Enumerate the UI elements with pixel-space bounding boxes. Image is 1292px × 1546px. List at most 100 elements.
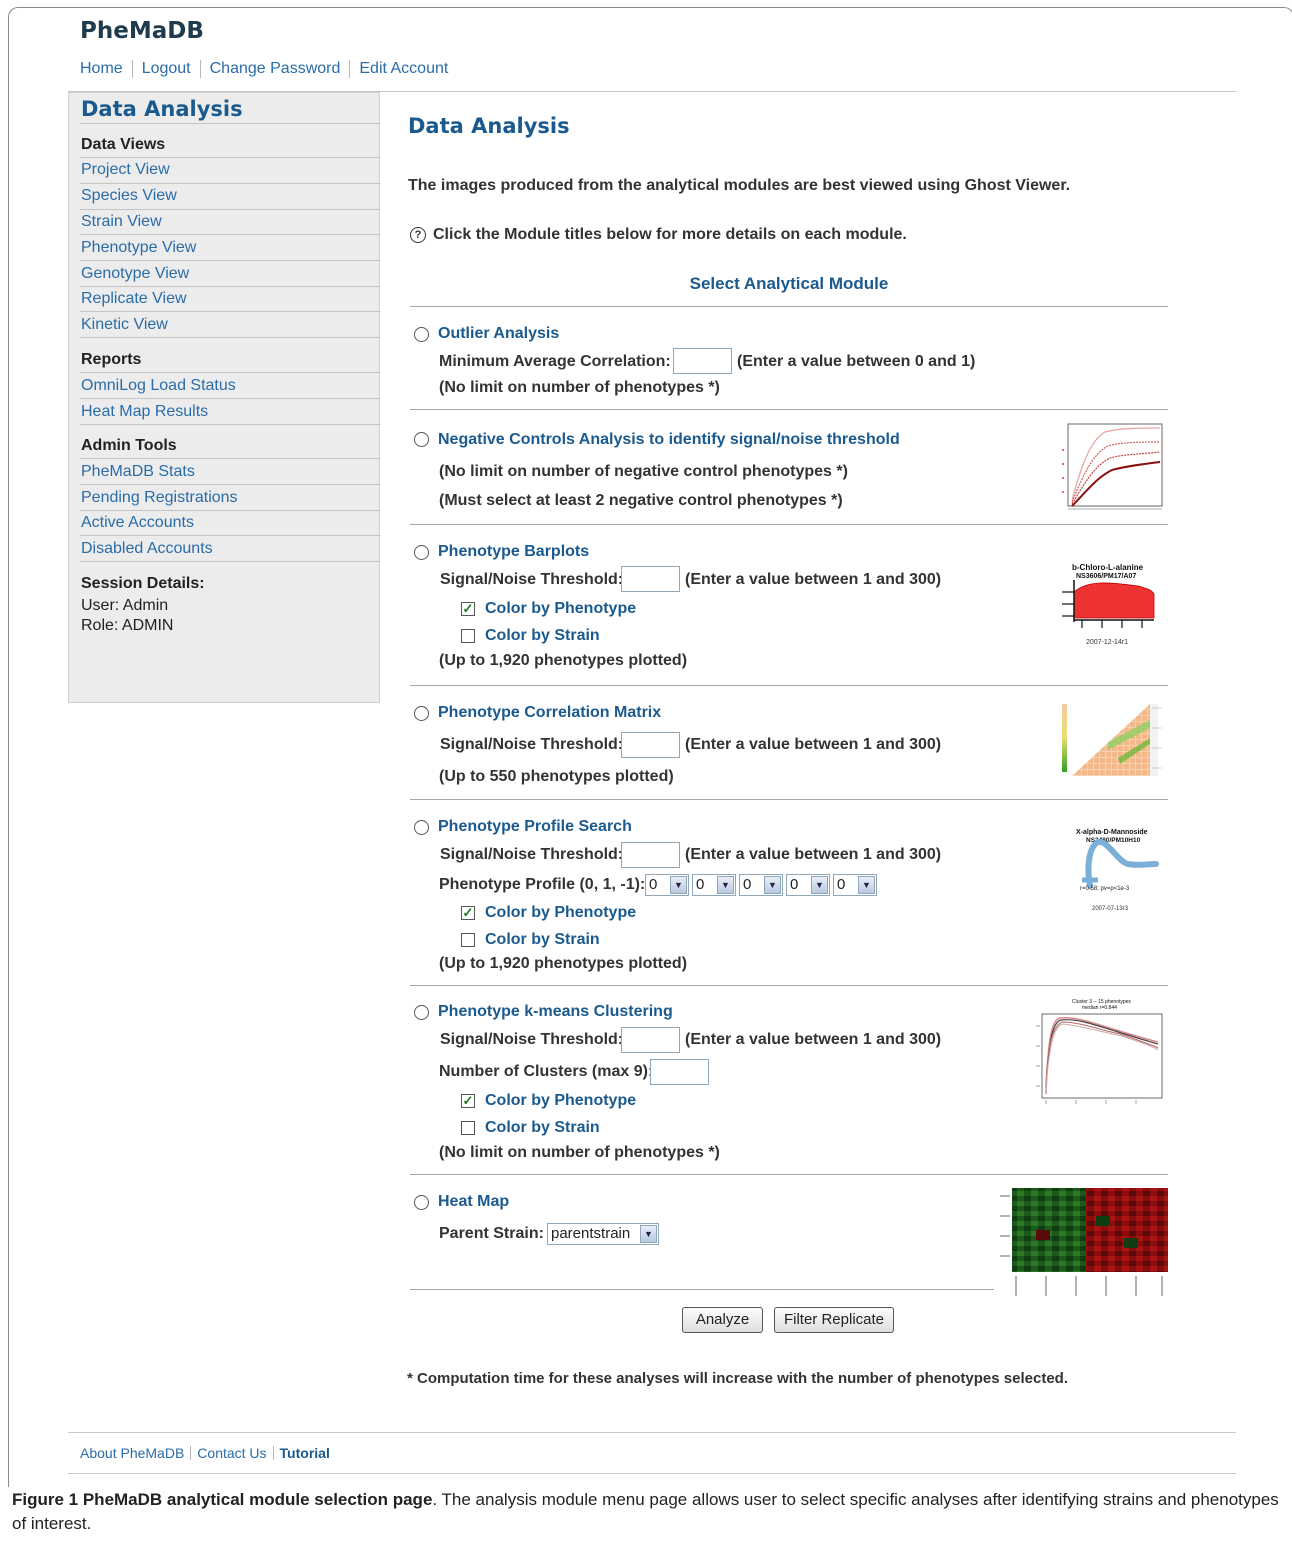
barplots-thumb-title-1: b-Chloro-L-alanine <box>1072 563 1144 572</box>
negative-controls-note-1: (No limit on number of negative control … <box>439 463 848 480</box>
footer: About PheMaDB Contact Us Tutorial <box>80 1445 330 1461</box>
sidebar-heading-data-views: Data Views <box>81 136 166 153</box>
kmeans-color-by-strain-checkbox[interactable] <box>461 1121 475 1135</box>
profile-select-2-value: 0 <box>696 876 705 893</box>
correlation-matrix-title[interactable]: Phenotype Correlation Matrix <box>438 704 661 722</box>
footer-tutorial-link[interactable]: Tutorial <box>280 1445 330 1461</box>
nav-edit-account-link[interactable]: Edit Account <box>359 60 448 78</box>
correlation-threshold-input[interactable] <box>621 732 680 758</box>
help-text: Click the Module titles below for more d… <box>433 226 907 243</box>
min-avg-correlation-hint: (Enter a value between 0 and 1) <box>737 353 976 370</box>
sidebar-item-replicate-view[interactable]: Replicate View <box>81 290 187 308</box>
kmeans-color-by-strain-label: Color by Strain <box>485 1119 600 1136</box>
sidebar-divider <box>80 510 380 511</box>
kmeans-thumb-title-2: median r=0.844 <box>1082 1005 1117 1011</box>
profile-select-4[interactable]: 0 ▼ <box>786 874 830 896</box>
footer-contact-link[interactable]: Contact Us <box>197 1445 266 1461</box>
barplots-color-by-phenotype-checkbox[interactable]: ✓ <box>461 602 475 616</box>
profile-color-by-strain-checkbox[interactable] <box>461 933 475 947</box>
sidebar-divider <box>80 183 380 184</box>
barplots-threshold-hint: (Enter a value between 1 and 300) <box>685 571 942 588</box>
kmeans-color-by-phenotype-checkbox[interactable]: ✓ <box>461 1094 475 1108</box>
sidebar-item-kinetic-view[interactable]: Kinetic View <box>81 316 168 334</box>
footer-about-link[interactable]: About PheMaDB <box>80 1445 184 1461</box>
min-avg-correlation-input[interactable] <box>673 348 732 374</box>
sidebar-divider <box>80 123 380 124</box>
min-avg-correlation-label: Minimum Average Correlation: <box>439 353 671 370</box>
parent-strain-select[interactable]: parentstrain ▼ <box>547 1223 659 1245</box>
profile-select-3[interactable]: 0 ▼ <box>739 874 783 896</box>
correlation-matrix-thumbnail <box>1062 704 1162 776</box>
nav-separator <box>199 60 201 78</box>
outlier-analysis-title[interactable]: Outlier Analysis <box>438 325 559 343</box>
kmeans-note: (No limit on number of phenotypes *) <box>439 1144 720 1161</box>
correlation-note: (Up to 550 phenotypes plotted) <box>439 768 674 785</box>
sidebar-heading-admin-tools: Admin Tools <box>81 437 177 454</box>
nav-change-password-link[interactable]: Change Password <box>210 60 341 78</box>
kmeans-radio[interactable] <box>414 1005 429 1020</box>
barplots-color-by-phenotype-label: Color by Phenotype <box>485 600 637 617</box>
clusters-input[interactable] <box>650 1059 709 1085</box>
sidebar-item-project-view[interactable]: Project View <box>81 161 170 179</box>
sidebar-divider <box>80 286 380 287</box>
sidebar-divider <box>80 424 380 425</box>
sidebar-item-phenotype-view[interactable]: Phenotype View <box>81 239 196 257</box>
kmeans-title[interactable]: Phenotype k-means Clustering <box>438 1003 673 1021</box>
sidebar-item-strain-view[interactable]: Strain View <box>81 213 162 231</box>
profile-search-radio[interactable] <box>414 820 429 835</box>
kmeans-threshold-input[interactable] <box>621 1027 680 1053</box>
profile-threshold-input[interactable] <box>621 842 680 868</box>
chevron-down-icon: ▼ <box>640 1225 657 1243</box>
profile-search-title[interactable]: Phenotype Profile Search <box>438 818 632 836</box>
heat-map-title[interactable]: Heat Map <box>438 1193 509 1211</box>
negative-controls-note-2: (Must select at least 2 negative control… <box>439 492 843 509</box>
module-divider <box>410 1289 994 1290</box>
negative-controls-radio[interactable] <box>414 432 429 447</box>
profile-select-1[interactable]: 0 ▼ <box>645 874 689 896</box>
phenotype-barplots-title[interactable]: Phenotype Barplots <box>438 543 589 561</box>
module-divider <box>410 524 1168 525</box>
phenotype-profile-label: Phenotype Profile (0, 1, -1): <box>439 876 646 893</box>
profile-search-thumbnail: X-alpha-D-Mannoside NS2480/PM10H10 r=0.5… <box>1076 829 1159 912</box>
clusters-label: Number of Clusters (max 9): <box>439 1063 654 1080</box>
barplots-thumb-date: 2007-12-14r1 <box>1086 639 1128 646</box>
barplots-note: (Up to 1,920 phenotypes plotted) <box>439 652 688 669</box>
filter-replicate-button[interactable]: Filter Replicate <box>774 1307 894 1333</box>
barplots-thumbnail: b-Chloro-L-alanine NS3606/PM17/A07 2007-… <box>1062 563 1155 646</box>
sidebar-item-heat-map-results[interactable]: Heat Map Results <box>81 403 208 421</box>
sidebar-divider <box>80 209 380 210</box>
analyze-button[interactable]: Analyze <box>682 1307 763 1333</box>
sidebar-divider <box>80 535 380 536</box>
chevron-down-icon: ▼ <box>764 876 781 894</box>
profile-color-by-phenotype-label: Color by Phenotype <box>485 904 637 921</box>
sidebar-item-genotype-view[interactable]: Genotype View <box>81 265 189 283</box>
correlation-matrix-radio[interactable] <box>414 706 429 721</box>
sidebar-divider <box>80 311 380 312</box>
barplots-color-by-strain-checkbox[interactable] <box>461 629 475 643</box>
barplots-threshold-input[interactable] <box>621 566 680 592</box>
correlation-threshold-hint: (Enter a value between 1 and 300) <box>685 736 942 753</box>
profile-color-by-phenotype-checkbox[interactable]: ✓ <box>461 906 475 920</box>
nav-home-link[interactable]: Home <box>80 60 123 78</box>
sidebar-item-phemadb-stats[interactable]: PheMaDB Stats <box>81 463 195 481</box>
sidebar-item-pending-registrations[interactable]: Pending Registrations <box>81 489 238 507</box>
phenotype-barplots-radio[interactable] <box>414 545 429 560</box>
nav-logout-link[interactable]: Logout <box>142 60 191 78</box>
negative-controls-title[interactable]: Negative Controls Analysis to identify s… <box>438 431 900 449</box>
footer-separator <box>272 1446 274 1460</box>
profile-select-2[interactable]: 0 ▼ <box>692 874 736 896</box>
sidebar-item-disabled-accounts[interactable]: Disabled Accounts <box>81 540 213 558</box>
kmeans-thumbnail: Cluster 3 -- 15 phenotypes median r=0.84… <box>1036 999 1163 1104</box>
outlier-analysis-radio[interactable] <box>414 327 429 342</box>
heat-map-radio[interactable] <box>414 1195 429 1210</box>
outlier-note: (No limit on number of phenotypes *) <box>439 379 720 396</box>
sidebar-title: Data Analysis <box>81 97 243 121</box>
sidebar-item-omnilog-load-status[interactable]: OmniLog Load Status <box>81 377 236 395</box>
sidebar-item-active-accounts[interactable]: Active Accounts <box>81 514 194 532</box>
sidebar-divider <box>80 458 380 459</box>
sidebar-divider <box>80 398 380 399</box>
module-divider <box>410 409 1168 410</box>
profile-select-5[interactable]: 0 ▼ <box>833 874 877 896</box>
profile-note: (Up to 1,920 phenotypes plotted) <box>439 955 688 972</box>
sidebar-item-species-view[interactable]: Species View <box>81 187 177 205</box>
